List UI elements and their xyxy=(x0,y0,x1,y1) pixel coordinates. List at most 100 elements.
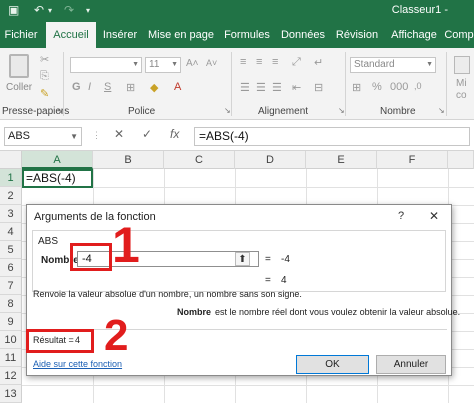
thousands-icon[interactable]: 000 xyxy=(390,81,408,93)
copy-icon[interactable]: ⎘ xyxy=(40,70,49,83)
decrease-font-icon[interactable]: A˅ xyxy=(206,58,217,68)
font-launcher-icon[interactable]: ↘ xyxy=(224,106,231,115)
font-size-combo[interactable]: 11 ▼ xyxy=(145,57,181,73)
row-header-2[interactable]: 2 xyxy=(0,187,22,205)
function-result: 4 xyxy=(281,275,287,286)
chevron-down-icon: ▼ xyxy=(132,61,139,68)
formula-input[interactable]: =ABS(-4) xyxy=(194,127,470,146)
close-icon[interactable]: ✕ xyxy=(429,209,439,223)
tab-mise-en-page[interactable]: Mise en page xyxy=(146,22,216,48)
italic-icon[interactable]: I xyxy=(88,81,91,93)
clipboard-icon xyxy=(9,54,29,78)
formula-bar: ABS ▼ ⋮ ✕ ✓ fx =ABS(-4) xyxy=(0,121,474,151)
clipboard-launcher-icon[interactable]: ↘ xyxy=(56,106,63,115)
bold-icon[interactable]: G xyxy=(72,81,81,93)
collapse-dialog-icon[interactable]: ⬆ xyxy=(235,252,250,266)
orientation-icon[interactable]: ⤢ xyxy=(292,56,301,69)
select-all-corner[interactable] xyxy=(0,151,22,169)
column-header-g[interactable] xyxy=(448,151,474,169)
font-name-combo[interactable]: ▼ xyxy=(70,57,142,73)
row-header-9[interactable]: 9 xyxy=(0,313,22,331)
row-header-13[interactable]: 13 xyxy=(0,385,22,403)
argument-result: -4 xyxy=(281,254,290,265)
font-group-label: Police xyxy=(128,106,156,117)
divider xyxy=(63,52,64,116)
column-header-e[interactable]: E xyxy=(306,151,377,169)
help-link[interactable]: Aide sur cette fonction xyxy=(33,359,122,369)
ok-button[interactable]: OK xyxy=(296,355,369,374)
undo-dropdown-icon[interactable]: ▾ xyxy=(48,6,52,15)
cancel-icon[interactable]: ✕ xyxy=(114,127,124,141)
tab-donnees[interactable]: Données xyxy=(278,22,328,48)
align-center-icon[interactable]: ☰ xyxy=(256,81,266,94)
tab-comp[interactable]: Comp xyxy=(444,22,474,48)
cell-a1[interactable]: =ABS(-4) xyxy=(22,169,93,188)
row-header-1[interactable]: 1 xyxy=(0,169,22,187)
merge-cells-icon[interactable]: ⊟ xyxy=(314,81,323,94)
tab-accueil[interactable]: Accueil xyxy=(46,22,96,48)
name-box[interactable]: ABS ▼ xyxy=(4,127,82,146)
insert-function-icon[interactable]: fx xyxy=(170,127,179,141)
function-description: Renvoie la valeur absolue d'un nombre, u… xyxy=(33,289,302,299)
align-middle-icon[interactable]: ≡ xyxy=(256,56,262,68)
paste-button[interactable]: Coller xyxy=(6,52,34,96)
decimal-icon[interactable]: ,0 xyxy=(414,81,422,91)
formula-bar-splitter-icon[interactable]: ⋮ xyxy=(92,130,101,141)
row-header-4[interactable]: 4 xyxy=(0,223,22,241)
row-header-3[interactable]: 3 xyxy=(0,205,22,223)
borders-icon[interactable]: ⊞ xyxy=(126,81,135,94)
number-group-label: Nombre xyxy=(380,106,416,117)
column-header-b[interactable]: B xyxy=(93,151,164,169)
align-left-icon[interactable]: ☰ xyxy=(240,81,250,94)
font-color-icon[interactable]: A xyxy=(174,81,181,93)
row-header-5[interactable]: 5 xyxy=(0,241,22,259)
column-header-c[interactable]: C xyxy=(164,151,235,169)
fill-color-icon[interactable]: ◆ xyxy=(150,81,158,94)
dialog-separator xyxy=(33,329,447,330)
align-right-icon[interactable]: ☰ xyxy=(272,81,282,94)
row-header-10[interactable]: 10 xyxy=(0,331,22,349)
tab-formules[interactable]: Formules xyxy=(220,22,274,48)
column-headers: A B C D E F xyxy=(0,151,474,169)
conditional-format-label-2: co xyxy=(456,90,467,101)
increase-font-icon[interactable]: A˄ xyxy=(186,58,199,69)
tab-inserer[interactable]: Insérer xyxy=(98,22,142,48)
indent-icon[interactable]: ⇤ xyxy=(292,81,301,94)
tab-fichier[interactable]: Fichier xyxy=(0,22,42,48)
row-header-6[interactable]: 6 xyxy=(0,259,22,277)
accounting-icon[interactable]: ⊞ xyxy=(352,81,361,94)
argument-help-text: est le nombre réel dont vous voulez obte… xyxy=(215,307,461,317)
save-icon[interactable]: ▣ xyxy=(8,3,19,17)
tab-revision[interactable]: Révision xyxy=(332,22,382,48)
redo-icon[interactable]: ↷ xyxy=(64,3,74,17)
column-header-a[interactable]: A xyxy=(22,151,93,169)
row-header-7[interactable]: 7 xyxy=(0,277,22,295)
paste-label: Coller xyxy=(6,82,33,93)
row-header-8[interactable]: 8 xyxy=(0,295,22,313)
percent-icon[interactable]: % xyxy=(372,81,382,93)
customize-toolbar-icon[interactable]: ▾ xyxy=(86,6,90,15)
undo-icon[interactable]: ↶ xyxy=(34,3,44,17)
conditional-format-button[interactable]: Mi co xyxy=(452,56,474,104)
wrap-text-icon[interactable]: ↵ xyxy=(314,56,323,69)
divider xyxy=(231,52,232,116)
row-header-12[interactable]: 12 xyxy=(0,367,22,385)
tab-affichage[interactable]: Affichage xyxy=(386,22,442,48)
ribbon-body: Coller ✂ ⎘ ✎ Presse-papiers ↘ ▼ 11 ▼ A˄ A… xyxy=(0,48,474,120)
row-header-11[interactable]: 11 xyxy=(0,349,22,367)
name-box-value: ABS xyxy=(8,130,31,142)
alignment-launcher-icon[interactable]: ↘ xyxy=(338,106,345,115)
annotation-box-argument xyxy=(70,243,112,271)
align-bottom-icon[interactable]: ≡ xyxy=(272,56,278,68)
cut-icon[interactable]: ✂ xyxy=(40,53,49,66)
column-header-f[interactable]: F xyxy=(377,151,448,169)
number-launcher-icon[interactable]: ↘ xyxy=(438,106,445,115)
underline-icon[interactable]: S xyxy=(104,81,111,93)
number-format-combo[interactable]: Standard ▼ xyxy=(350,57,436,73)
enter-icon[interactable]: ✓ xyxy=(142,127,152,141)
align-top-icon[interactable]: ≡ xyxy=(240,56,246,68)
column-header-d[interactable]: D xyxy=(235,151,306,169)
help-icon[interactable]: ? xyxy=(398,210,404,222)
cancel-button[interactable]: Annuler xyxy=(376,355,446,374)
format-painter-icon[interactable]: ✎ xyxy=(40,87,49,100)
